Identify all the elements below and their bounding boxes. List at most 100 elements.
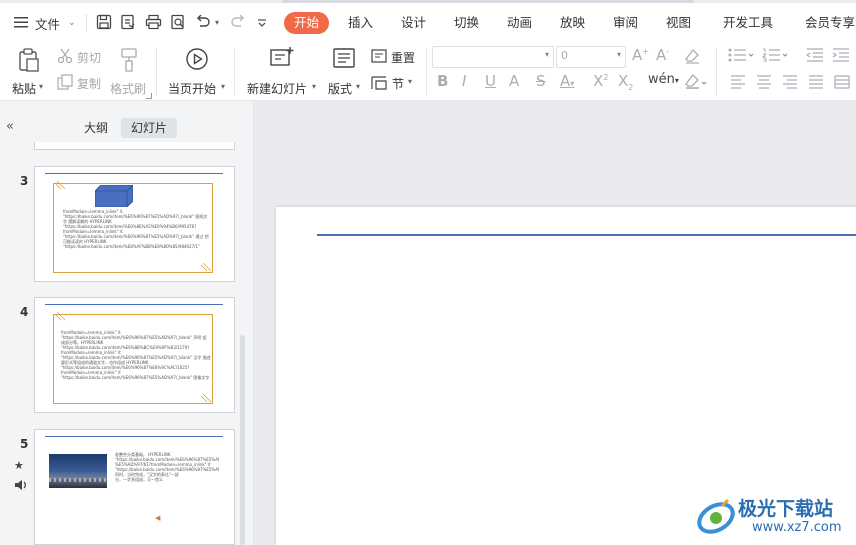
reset-button[interactable]: 重置 bbox=[371, 48, 421, 66]
divider bbox=[86, 14, 87, 32]
panel-scrollbar[interactable] bbox=[240, 335, 245, 545]
print-icon[interactable] bbox=[144, 12, 162, 32]
slide-number: 4 bbox=[20, 305, 29, 319]
play-from-current-button[interactable]: 当页开始 ▾ bbox=[166, 46, 228, 96]
slide-thumbnail-2[interactable] bbox=[34, 142, 235, 150]
copy-button[interactable]: 复制 bbox=[57, 73, 103, 91]
font-color-icon[interactable]: A▾ bbox=[560, 72, 574, 90]
new-slide-button[interactable]: 新建幻灯片 ▾ bbox=[246, 46, 318, 96]
tab-menu-7[interactable]: 视图 bbox=[666, 13, 691, 33]
layout-button[interactable]: 版式 ▾ bbox=[327, 46, 365, 96]
increase-indent-icon[interactable] bbox=[832, 48, 850, 65]
bold-icon[interactable]: B bbox=[437, 72, 448, 90]
increase-font-icon[interactable]: A+ bbox=[632, 46, 649, 64]
scissors-icon bbox=[57, 48, 73, 67]
font-name-select[interactable]: ▾ bbox=[432, 46, 554, 68]
undo-dropdown-icon[interactable]: ▾ bbox=[212, 12, 222, 32]
animation-star-icon: ★ bbox=[14, 459, 24, 472]
tab-menu-3[interactable]: 切换 bbox=[454, 13, 479, 33]
format-painter-label: 格式刷 bbox=[110, 82, 147, 96]
distribute-icon[interactable] bbox=[834, 75, 850, 92]
clear-format-icon[interactable] bbox=[684, 48, 700, 67]
chevron-down-icon: ⌄ bbox=[68, 18, 76, 28]
tab-menu-8[interactable]: 开发工具 bbox=[723, 13, 773, 33]
slide-3-text: fromModule=lemma_inlink" \t "https://bai… bbox=[63, 209, 209, 249]
tab-menu-1[interactable]: 插入 bbox=[348, 13, 373, 33]
section-label: 节 bbox=[392, 77, 405, 91]
tab-menu-6[interactable]: 审阅 bbox=[613, 13, 638, 33]
subscript-icon[interactable]: X2 bbox=[618, 72, 633, 92]
tab-outline[interactable]: 大纲 bbox=[74, 118, 118, 138]
paste-button[interactable]: 粘贴 ▾ bbox=[10, 46, 46, 96]
redo-icon[interactable] bbox=[229, 12, 247, 32]
align-center-icon[interactable] bbox=[756, 75, 772, 92]
copy-icon bbox=[57, 74, 73, 93]
slide-number: 5 bbox=[20, 437, 29, 451]
slide-thumbnail-5[interactable]: 若整些分类基础。 HYPERLINK "https://baike.baidu.… bbox=[34, 429, 235, 545]
panel-tabs: « 大纲 幻灯片 bbox=[0, 101, 253, 141]
ribbon: 粘贴 ▾ 剪切 复制 格式刷 当页开始 ▾ 新建幻灯片 ▾ 版式 ▾ 重置 节 … bbox=[0, 42, 856, 101]
section-button[interactable]: 节 ▾ bbox=[371, 74, 421, 92]
collapse-panel-icon[interactable]: « bbox=[6, 119, 14, 134]
tab-slides[interactable]: 幻灯片 bbox=[121, 118, 178, 138]
align-right-icon[interactable] bbox=[782, 75, 798, 92]
hamburger-icon bbox=[14, 16, 28, 31]
slide-thumbnail-4[interactable]: fromModule=lemma_inlink" \t "https://bai… bbox=[34, 297, 235, 413]
tab-menu-2[interactable]: 设计 bbox=[401, 13, 426, 33]
decrease-font-icon[interactable]: A- bbox=[656, 46, 669, 64]
cut-label: 剪切 bbox=[77, 51, 102, 65]
new-slide-icon bbox=[270, 47, 294, 72]
phonetic-guide-icon[interactable]: wén▾ bbox=[648, 72, 679, 87]
numbered-list-icon[interactable] bbox=[761, 48, 790, 65]
slide-thumbnail-3[interactable]: fromModule=lemma_inlink" \t "https://bai… bbox=[34, 166, 235, 282]
new-slide-label: 新建幻灯片 bbox=[247, 82, 308, 96]
save-icon[interactable] bbox=[95, 12, 113, 32]
paste-icon bbox=[18, 48, 40, 75]
format-painter-button[interactable]: 格式刷 bbox=[108, 46, 150, 96]
layout-label: 版式 bbox=[328, 82, 353, 96]
menu-bar: 文件 ⌄ ▾ 开始 插入 设计 切换 动画 放映 审阅 视图 开发工具 会员专享 bbox=[0, 0, 856, 42]
watermark-logo: 极光下载站 www.xz7.com bbox=[694, 492, 856, 542]
slide-number: 3 bbox=[20, 174, 29, 188]
tab-menu-4[interactable]: 动画 bbox=[507, 13, 532, 33]
file-menu[interactable]: 文件 ⌄ bbox=[14, 13, 76, 33]
tab-menu-5[interactable]: 放映 bbox=[560, 13, 585, 33]
undo-icon[interactable] bbox=[194, 12, 212, 32]
chevron-down-icon: ▾ bbox=[616, 50, 621, 59]
superscript-icon[interactable]: X2 bbox=[593, 72, 608, 90]
italic-icon[interactable]: I bbox=[462, 72, 466, 90]
slide-photo bbox=[49, 454, 107, 488]
strikethrough-icon[interactable]: S bbox=[536, 72, 546, 90]
reset-label: 重置 bbox=[391, 51, 416, 65]
slide-title-line bbox=[317, 234, 856, 236]
audio-marker-icon: ◀ bbox=[155, 514, 161, 522]
slide-4-text: fromModule=lemma_inlink" \t "https://bai… bbox=[61, 330, 211, 380]
export-pdf-icon[interactable] bbox=[119, 12, 137, 32]
title-strip bbox=[0, 0, 856, 3]
watermark-url: www.xz7.com bbox=[752, 520, 842, 535]
reset-icon bbox=[371, 49, 387, 68]
align-left-icon[interactable] bbox=[730, 75, 746, 92]
bullet-list-icon[interactable] bbox=[728, 48, 756, 65]
font-size-select[interactable]: 0 ▾ bbox=[556, 46, 626, 68]
copy-label: 复制 bbox=[77, 77, 102, 91]
justify-icon[interactable] bbox=[808, 75, 824, 92]
paste-label: 粘贴 bbox=[12, 82, 37, 96]
tab-home[interactable]: 开始 bbox=[284, 12, 330, 34]
customize-toolbar-icon[interactable] bbox=[254, 12, 270, 32]
slide-5-text: 若整些分类基础。 HYPERLINK "https://baike.baidu.… bbox=[115, 452, 219, 482]
tab-menu-9[interactable]: 会员专享 bbox=[805, 13, 855, 33]
audio-icon bbox=[14, 479, 28, 494]
highlight-icon[interactable] bbox=[684, 74, 708, 93]
clipboard-group-launcher-icon[interactable] bbox=[146, 93, 152, 99]
watermark-brand: 极光下载站 bbox=[738, 498, 834, 520]
decrease-indent-icon[interactable] bbox=[805, 48, 824, 65]
file-menu-label: 文件 bbox=[35, 16, 61, 32]
underline-icon[interactable]: U bbox=[485, 72, 496, 90]
shadow-text-icon[interactable]: A bbox=[509, 72, 519, 90]
cube-shape bbox=[94, 184, 134, 208]
print-preview-icon[interactable] bbox=[169, 12, 187, 32]
chevron-down-icon: ▾ bbox=[544, 50, 549, 59]
cut-button[interactable]: 剪切 bbox=[57, 47, 103, 65]
slides-panel: « 大纲 幻灯片 3 fromModule=lemma_inlink" \t "… bbox=[0, 101, 254, 545]
